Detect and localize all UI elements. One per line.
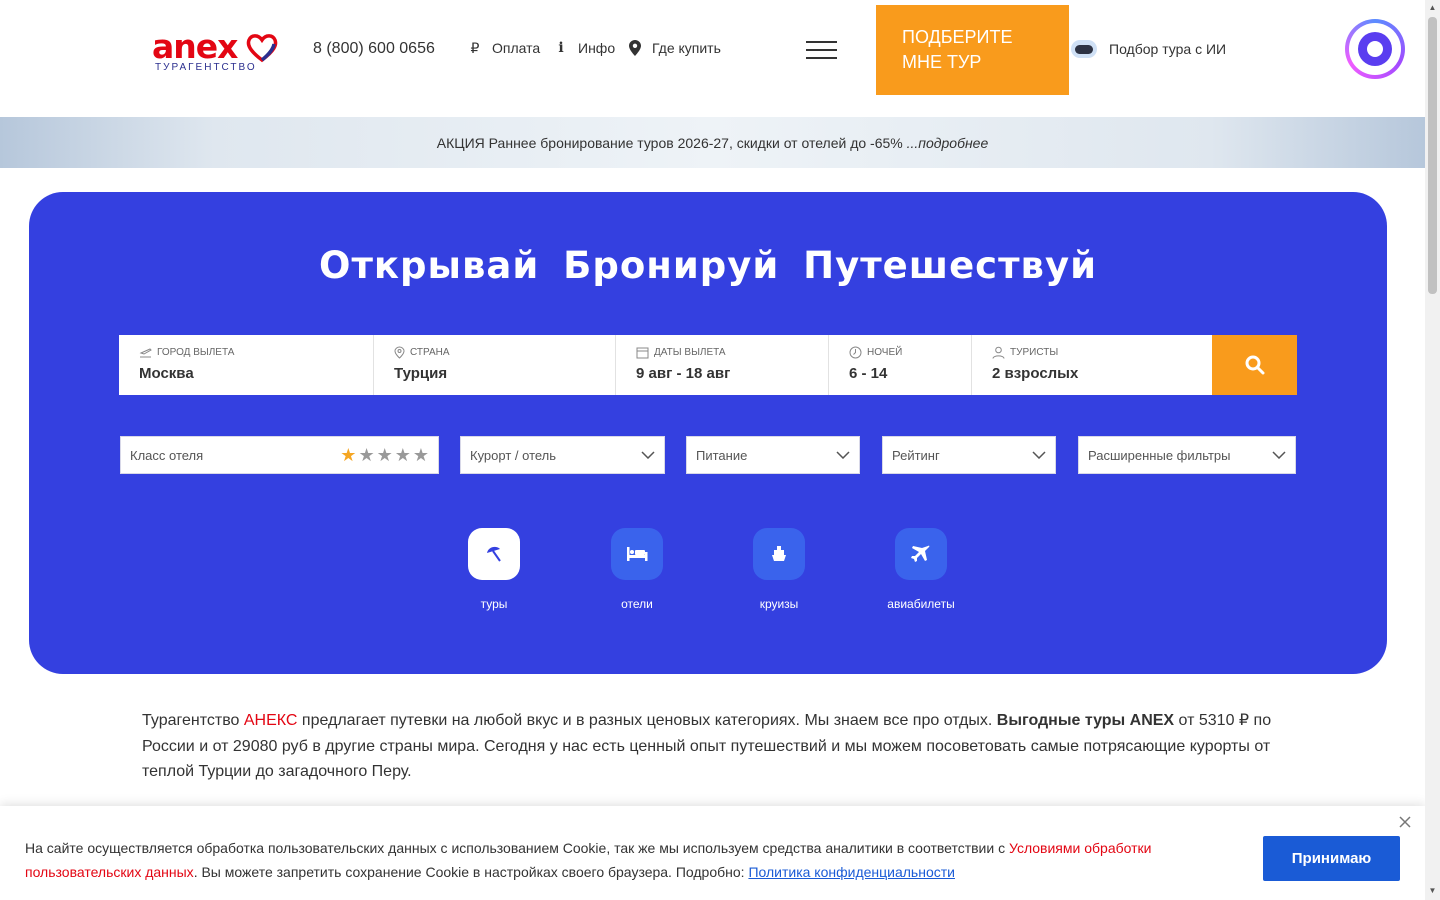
departure-dates-field[interactable]: Даты вылета 9 авг - 18 авг	[616, 335, 829, 395]
clock-icon	[849, 346, 862, 359]
rating-select[interactable]: Рейтинг	[882, 436, 1056, 474]
star-icon[interactable]: ★	[395, 446, 411, 464]
logo-subtitle: ТУРАГЕНТСТВО	[155, 62, 257, 73]
user-icon	[992, 346, 1005, 359]
hotel-class-filter[interactable]: Класс отеля ★ ★ ★ ★ ★	[120, 436, 439, 474]
chevron-down-icon	[1032, 451, 1046, 459]
meal-select[interactable]: Питание	[686, 436, 860, 474]
brand-link[interactable]: АНЕКС	[244, 712, 298, 729]
tab-tours[interactable]: туры	[444, 528, 544, 611]
heart-icon	[246, 34, 278, 63]
accept-cookies-button[interactable]: Принимаю	[1263, 836, 1400, 881]
beach-umbrella-icon	[468, 528, 520, 580]
promo-more-link[interactable]: ...подробнее	[907, 135, 989, 151]
nav-item-label: Инфо	[578, 40, 616, 56]
hotel-class-label: Класс отеля	[130, 447, 204, 463]
privacy-policy-link[interactable]: Политика конфиденциальности	[748, 864, 955, 880]
scroll-thumb[interactable]	[1428, 17, 1437, 294]
promo-banner[interactable]: АКЦИЯ Раннее бронирование туров 2026-27,…	[0, 117, 1425, 168]
menu-burger-icon[interactable]	[806, 41, 837, 59]
tab-cruises[interactable]: круизы	[729, 528, 829, 611]
site-header: anex ТУРАГЕНТСТВО 8 (800) 600 0656 ₽ Опл…	[0, 0, 1425, 117]
departure-city-field[interactable]: Город вылета Москва	[119, 335, 374, 395]
nights-value: 6 - 14	[849, 365, 888, 382]
nav-item-info[interactable]: i Инфо	[554, 40, 615, 56]
cookie-consent-banner: На сайте осуществляется обработка пользо…	[0, 806, 1425, 900]
star-icon[interactable]: ★	[377, 446, 393, 464]
star-icon[interactable]: ★	[413, 446, 429, 464]
tab-air-tickets[interactable]: авиабилеты	[871, 528, 971, 611]
robot-icon	[1071, 40, 1097, 58]
anex-logo[interactable]: anex ТУРАГЕНТСТВО	[152, 30, 278, 74]
plane-takeoff-icon	[139, 348, 152, 358]
nav-item-where-to-buy[interactable]: Где купить	[628, 40, 721, 56]
info-icon: i	[558, 40, 564, 56]
hotel-class-stars: ★ ★ ★ ★ ★	[340, 446, 429, 464]
tourists-field[interactable]: Туристы 2 взрослых	[972, 335, 1212, 395]
search-button[interactable]	[1212, 335, 1297, 395]
location-pin-icon	[394, 346, 405, 359]
nights-field[interactable]: Ночей 6 - 14	[829, 335, 972, 395]
chevron-down-icon	[836, 451, 850, 459]
star-icon[interactable]: ★	[358, 446, 374, 464]
tourists-value: 2 взрослых	[992, 365, 1079, 382]
chevron-down-icon	[1272, 451, 1286, 459]
tab-hotels[interactable]: отели	[587, 528, 687, 611]
intro-paragraph: Турагентство АНЕКС предлагает путевки на…	[142, 712, 1272, 780]
logo-wordmark: anex	[152, 27, 238, 66]
chat-icon	[1358, 32, 1392, 66]
close-icon[interactable]	[1398, 815, 1412, 829]
chat-widget-button[interactable]	[1345, 19, 1405, 79]
ruble-icon: ₽	[470, 39, 480, 56]
location-pin-icon	[629, 40, 641, 56]
cookie-text: На сайте осуществляется обработка пользо…	[25, 840, 1152, 880]
chevron-down-icon	[641, 451, 655, 459]
star-icon[interactable]: ★	[340, 446, 356, 464]
hero-title: Открывай Бронируй Путешествуй	[319, 244, 1097, 287]
departure-dates-value: 9 авг - 18 авг	[636, 365, 731, 382]
advanced-filters-select[interactable]: Расширенные фильтры	[1078, 436, 1296, 474]
phone-number[interactable]: 8 (800) 600 0656	[313, 40, 435, 58]
nav-item-label: Оплата	[492, 40, 541, 56]
resort-hotel-select[interactable]: Курорт / отель	[460, 436, 665, 474]
bed-icon	[611, 528, 663, 580]
country-field[interactable]: Страна Турция	[374, 335, 616, 395]
country-value: Турция	[394, 365, 448, 382]
calendar-icon	[636, 347, 649, 359]
airplane-icon	[895, 528, 947, 580]
nav-item-label: Где купить	[652, 40, 721, 56]
ai-tour-picker-link[interactable]: Подбор тура с ИИ	[1071, 40, 1226, 58]
departure-city-value: Москва	[139, 365, 194, 382]
ai-link-label: Подбор тура с ИИ	[1109, 41, 1227, 57]
search-hero: Открывай Бронируй Путешествуй Город выле…	[29, 192, 1387, 674]
promo-text: АКЦИЯ Раннее бронирование туров 2026-27,…	[436, 134, 903, 151]
scroll-up-arrow[interactable]: ▲	[1428, 3, 1437, 12]
tour-search-form: Город вылета Москва Страна Турция Даты в…	[119, 335, 1297, 395]
page-scrollbar[interactable]: ▲ ▼	[1425, 0, 1440, 900]
search-icon	[1245, 355, 1264, 375]
scroll-down-arrow[interactable]: ▼	[1428, 886, 1437, 895]
nav-item-payment[interactable]: ₽ Оплата	[468, 39, 541, 57]
ship-icon	[753, 528, 805, 580]
pick-tour-button[interactable]: Подберите мне тур	[876, 5, 1069, 95]
